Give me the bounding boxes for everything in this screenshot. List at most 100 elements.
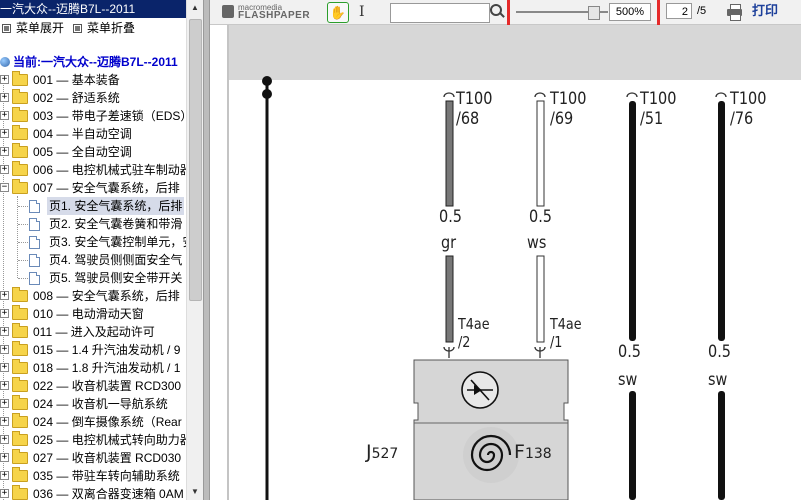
tree-item[interactable]: + 018 — 1.8 升汽油发动机 / 1	[0, 359, 186, 377]
wire-gr	[445, 255, 454, 343]
expand-toggle-icon[interactable]: +	[0, 489, 9, 498]
macromedia-logo-icon	[222, 5, 234, 18]
tree-scrollbar[interactable]: ▲ ▼	[186, 0, 203, 500]
connector-pin: /2	[458, 333, 471, 351]
wire-sw	[629, 391, 636, 500]
folder-icon	[12, 323, 28, 338]
pin-label: T100	[456, 89, 493, 109]
tree-item[interactable]: + 002 — 舒适系统	[0, 89, 186, 107]
tree-branch-line	[18, 242, 28, 243]
connector-pin: /1	[550, 333, 563, 351]
wire-gr	[445, 100, 454, 207]
pin-number: /69	[550, 109, 574, 129]
expand-toggle-icon[interactable]: +	[0, 111, 9, 120]
tree-branch-line	[18, 224, 28, 225]
text-select-tool-icon[interactable]: I	[359, 3, 371, 21]
wire-gauge: 0.5	[618, 342, 641, 362]
scroll-up-arrow-icon[interactable]: ▲	[187, 0, 203, 16]
tree-item[interactable]: + 024 — 收音机一导航系统	[0, 395, 186, 413]
folder-icon	[12, 431, 28, 446]
tree-item[interactable]: + 022 — 收音机装置 RCD300	[0, 377, 186, 395]
viewer-toolbar: macromedia FLASHPAPER ✋ I 500% 2 /5 打印	[210, 0, 801, 30]
expand-toggle-icon[interactable]: +	[0, 75, 9, 84]
menu-collapse-button[interactable]: 菜单折叠	[71, 19, 171, 37]
print-button[interactable]: 打印	[752, 3, 778, 19]
pane-splitter[interactable]	[203, 0, 210, 500]
tree-item[interactable]: + 011 — 进入及起动许可	[0, 323, 186, 341]
expand-toggle-icon[interactable]: +	[0, 435, 9, 444]
expand-toggle-icon[interactable]: +	[0, 129, 9, 138]
wire-ws	[536, 100, 545, 207]
printer-icon[interactable]	[727, 4, 743, 21]
document-icon	[29, 200, 40, 213]
tree-branch-line	[18, 278, 28, 279]
tree-item[interactable]: + 024 — 倒车摄像系统（Rear	[0, 413, 186, 431]
tree-item[interactable]: + 003 — 带电子差速锁（EDS）	[0, 107, 186, 125]
wire-sw	[718, 101, 725, 341]
scroll-down-arrow-icon[interactable]: ▼	[187, 484, 203, 500]
expand-toggle-icon[interactable]: +	[0, 453, 9, 462]
connector-label: T4ae	[550, 315, 582, 333]
scrollbar-thumb[interactable]	[189, 19, 202, 301]
pin-label: T100	[730, 89, 767, 109]
tree-item[interactable]: + 004 — 半自动空调	[0, 125, 186, 143]
document-icon	[29, 272, 40, 285]
expand-toggle-icon[interactable]: +	[0, 471, 9, 480]
wire-color-code: sw	[618, 370, 638, 390]
expand-toggle-icon[interactable]: +	[0, 309, 9, 318]
expand-toggle-icon[interactable]: +	[0, 93, 9, 102]
expand-toggle-icon[interactable]: +	[0, 165, 9, 174]
expand-toggle-icon[interactable]: +	[0, 363, 9, 372]
folder-icon	[12, 287, 28, 302]
tree-item[interactable]: + 005 — 全自动空调	[0, 143, 186, 161]
expand-toggle-icon[interactable]: +	[0, 291, 9, 300]
tree-item[interactable]: + 035 — 带驻车转向辅助系统	[0, 467, 186, 485]
tree-item[interactable]: + 015 — 1.4 升汽油发动机 / 9	[0, 341, 186, 359]
tree-item-expanded[interactable]: − 007 — 安全气囊系统，后排	[0, 179, 186, 197]
pin-number: /51	[640, 109, 664, 129]
flashpaper-logo: macromedia FLASHPAPER	[222, 3, 322, 21]
search-input[interactable]	[390, 3, 490, 23]
folder-icon	[12, 305, 28, 320]
expand-toggle-icon[interactable]: +	[0, 381, 9, 390]
tree-page-item[interactable]: 页5. 驾驶员侧安全带开关	[0, 269, 186, 287]
wire-color-code: ws	[527, 233, 547, 253]
page-number-field[interactable]: 2	[666, 3, 692, 19]
expand-toggle-icon[interactable]: +	[0, 147, 9, 156]
tree-page-item[interactable]: 页4. 驾驶员侧侧面安全气	[0, 251, 186, 269]
search-icon[interactable]	[489, 3, 505, 20]
tree-page-item[interactable]: 页2. 安全气囊卷簧和带滑	[0, 215, 186, 233]
expand-toggle-icon[interactable]: +	[0, 399, 9, 408]
tree-page-item[interactable]: 页1. 安全气囊系统，后排	[0, 197, 186, 215]
expand-toggle-icon[interactable]: +	[0, 417, 9, 426]
wire-sw	[629, 101, 636, 341]
document-view[interactable]: T100 /68 T100 /69 T100 /51 T100 /76 0.5 …	[210, 25, 801, 500]
pin-number: /68	[456, 109, 480, 129]
folder-icon	[12, 341, 28, 356]
wire-color-code: gr	[441, 233, 457, 253]
tree-item[interactable]: + 027 — 收音机装置 RCD030	[0, 449, 186, 467]
folder-icon	[12, 71, 28, 86]
tree-item[interactable]: + 001 — 基本装备	[0, 71, 186, 89]
tree-item[interactable]: + 036 — 双离合器变速箱 0AM	[0, 485, 186, 500]
expand-toggle-icon[interactable]: +	[0, 327, 9, 336]
folder-icon	[12, 449, 28, 464]
tree-item[interactable]: + 008 — 安全气囊系统，后排	[0, 287, 186, 305]
folder-icon	[12, 395, 28, 410]
folder-icon	[12, 413, 28, 428]
tree-item[interactable]: + 010 — 电动滑动天窗	[0, 305, 186, 323]
tree-page-item[interactable]: 页3. 安全气囊控制单元，安	[0, 233, 186, 251]
hand-tool-icon[interactable]: ✋	[327, 2, 349, 23]
wire-sw	[718, 391, 725, 500]
folder-icon	[12, 359, 28, 374]
tree-item[interactable]: + 006 — 电控机械式驻车制动器	[0, 161, 186, 179]
pin-number: /76	[730, 109, 754, 129]
tree-item[interactable]: + 025 — 电控机械式转向助力器	[0, 431, 186, 449]
navigation-pane: 一汽大众--迈腾B7L--2011 菜单展开 菜单折叠 当前:一汽大众--迈腾B…	[0, 0, 186, 500]
folder-icon	[12, 89, 28, 104]
expand-toggle-icon[interactable]: +	[0, 345, 9, 354]
collapse-toggle-icon[interactable]: −	[0, 183, 9, 192]
tree-root-current[interactable]: 当前:一汽大众--迈腾B7L--2011	[0, 53, 186, 71]
component-f-label: F138	[514, 441, 552, 463]
folder-icon	[12, 377, 28, 392]
